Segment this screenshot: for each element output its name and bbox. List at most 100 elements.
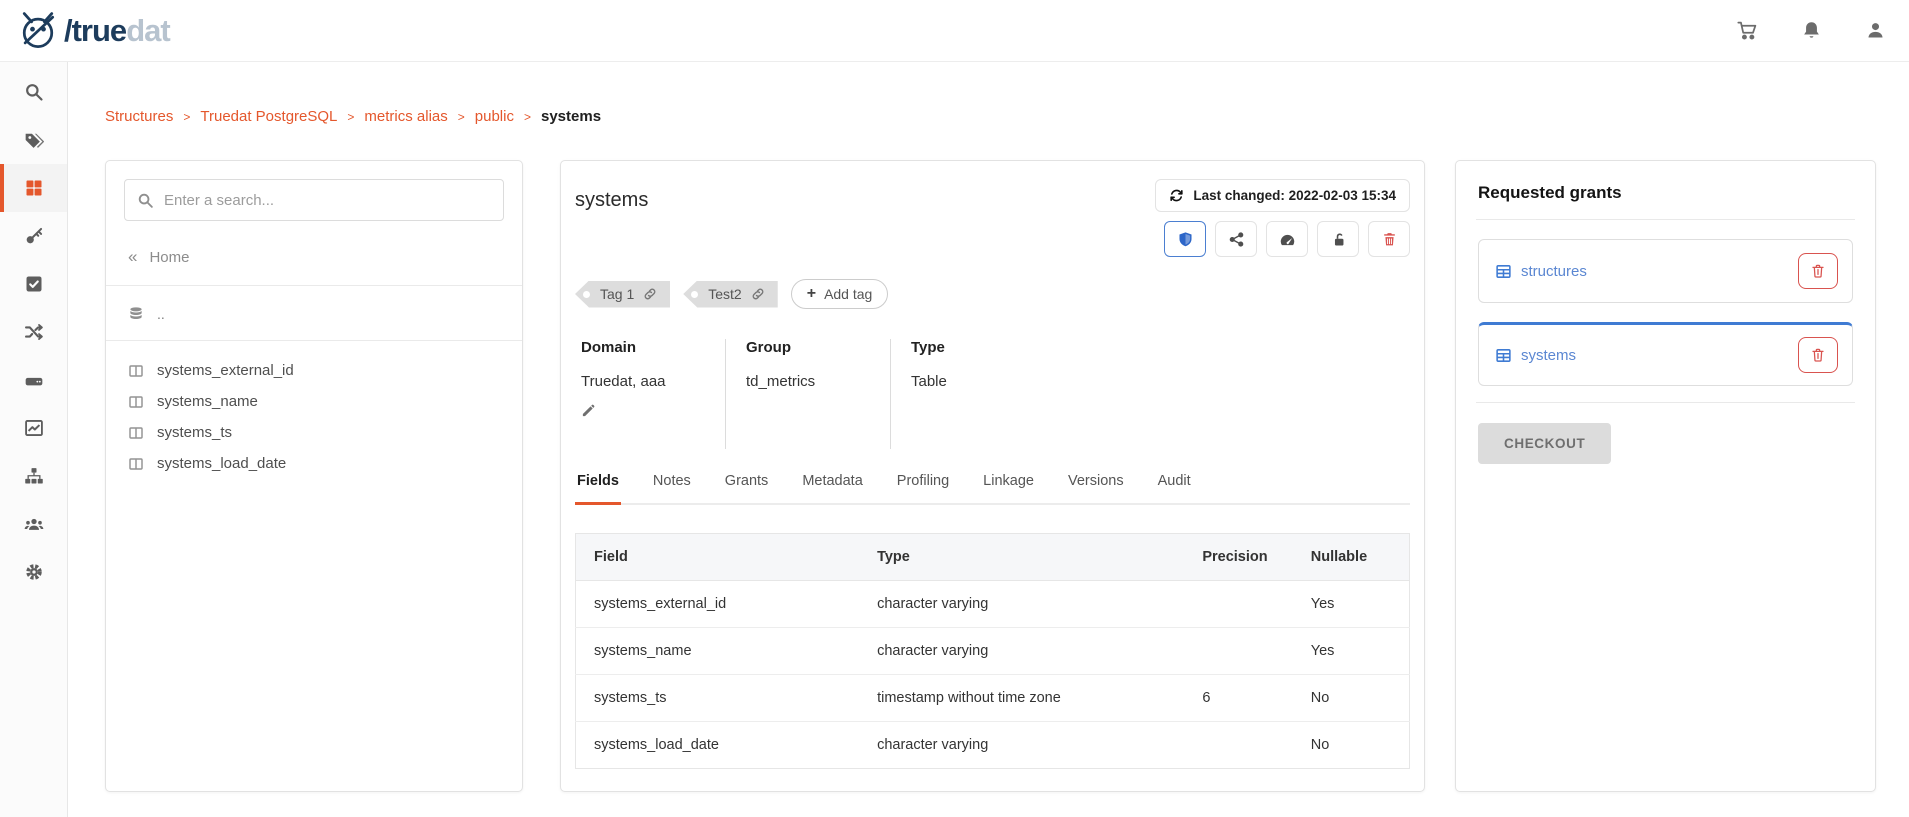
field-list-item[interactable]: systems_external_id xyxy=(106,355,522,386)
field-type: character varying xyxy=(859,581,1184,628)
field-link[interactable]: systems_load_date xyxy=(576,722,860,769)
columns-icon xyxy=(128,394,144,410)
tab-notes[interactable]: Notes xyxy=(651,473,693,505)
meta-group: Group td_metrics xyxy=(725,339,890,449)
field-link[interactable]: systems_name xyxy=(576,628,860,675)
remove-grant-button[interactable] xyxy=(1798,337,1838,373)
column-header-field: Field xyxy=(576,534,860,581)
sidebar-item-permissions[interactable] xyxy=(0,212,67,260)
icon-sidebar xyxy=(0,62,68,817)
link-icon[interactable] xyxy=(643,287,657,301)
sidebar-item-sources[interactable] xyxy=(0,356,67,404)
delete-structure-button[interactable] xyxy=(1368,221,1410,257)
field-type: timestamp without time zone xyxy=(859,675,1184,722)
field-list-item[interactable]: systems_name xyxy=(106,386,522,417)
sidebar-item-lineage[interactable] xyxy=(0,308,67,356)
structure-detail-panel: systems Last changed: 2022-02-03 15:34 xyxy=(560,160,1425,792)
grid-icon xyxy=(24,178,44,198)
grant-structure-link[interactable]: structures xyxy=(1495,263,1587,280)
table-header-row: Field Type Precision Nullable xyxy=(576,534,1410,581)
field-link[interactable]: systems_ts xyxy=(576,675,860,722)
profile-gauge-button[interactable] xyxy=(1266,221,1308,257)
add-tag-button[interactable]: + Add tag xyxy=(791,279,889,309)
tab-linkage[interactable]: Linkage xyxy=(981,473,1036,505)
sidebar-item-quality[interactable] xyxy=(0,260,67,308)
truedat-logo[interactable]: /truedat xyxy=(16,9,170,53)
refresh-button[interactable]: Last changed: 2022-02-03 15:34 xyxy=(1155,179,1410,212)
field-nullable: Yes xyxy=(1293,628,1410,675)
tab-profiling[interactable]: Profiling xyxy=(895,473,951,505)
structure-actions xyxy=(1164,221,1410,257)
plus-icon: + xyxy=(807,285,816,303)
meta-type: Type Table xyxy=(890,339,1110,449)
sidebar-item-users[interactable] xyxy=(0,500,67,548)
sidebar-item-structures[interactable] xyxy=(0,164,67,212)
pencil-icon xyxy=(581,403,596,418)
tag-label: Test2 xyxy=(708,286,741,302)
tab-metadata[interactable]: Metadata xyxy=(800,473,864,505)
trash-icon xyxy=(1810,263,1826,279)
remove-grant-button[interactable] xyxy=(1798,253,1838,289)
chart-line-icon xyxy=(24,418,44,438)
search-input[interactable] xyxy=(164,192,491,209)
tag-chip[interactable]: Tag 1 xyxy=(575,281,670,308)
edit-domain-button[interactable] xyxy=(581,403,705,423)
bell-icon[interactable] xyxy=(1799,19,1823,43)
breadcrumb-link[interactable]: public xyxy=(475,108,514,125)
share-button[interactable] xyxy=(1215,221,1257,257)
owl-icon xyxy=(16,9,60,53)
tab-versions[interactable]: Versions xyxy=(1066,473,1126,505)
field-precision: 6 xyxy=(1184,675,1292,722)
divider xyxy=(106,285,522,286)
breadcrumb-link[interactable]: metrics alias xyxy=(364,108,447,125)
columns-icon xyxy=(128,363,144,379)
grant-item-selected: systems xyxy=(1478,322,1853,386)
add-tag-label: Add tag xyxy=(824,286,872,302)
columns-icon xyxy=(128,456,144,472)
chevron-double-left-icon: « xyxy=(128,247,135,267)
sidebar-item-settings[interactable] xyxy=(0,548,67,596)
table-row: systems_external_id character varying Ye… xyxy=(576,581,1410,628)
link-icon[interactable] xyxy=(751,287,765,301)
grant-item: structures xyxy=(1478,239,1853,303)
database-icon xyxy=(128,306,144,322)
breadcrumb-link[interactable]: Structures xyxy=(105,108,173,125)
grant-structure-link[interactable]: systems xyxy=(1495,347,1576,364)
sidebar-item-tags[interactable] xyxy=(0,116,67,164)
structure-browser-panel: « Home .. systems_external_id systems_na… xyxy=(105,160,523,792)
domain-value: Truedat, aaa xyxy=(581,373,705,390)
user-icon[interactable] xyxy=(1863,19,1887,43)
unlock-button[interactable] xyxy=(1317,221,1359,257)
cart-icon[interactable] xyxy=(1735,19,1759,43)
field-item-label: systems_external_id xyxy=(157,362,294,379)
breadcrumb-link[interactable]: Truedat PostgreSQL xyxy=(200,108,337,125)
field-list-item[interactable]: systems_load_date xyxy=(106,448,522,479)
share-icon xyxy=(1228,231,1245,248)
divider xyxy=(1476,402,1855,403)
tag-chip[interactable]: Test2 xyxy=(683,281,777,308)
checkout-button[interactable]: CHECKOUT xyxy=(1478,423,1611,464)
breadcrumb-separator: > xyxy=(183,110,190,124)
browser-home-link[interactable]: « Home xyxy=(128,247,500,267)
column-header-type: Type xyxy=(859,534,1184,581)
table-icon xyxy=(1495,347,1512,364)
tab-fields[interactable]: Fields xyxy=(575,473,621,505)
tab-grants[interactable]: Grants xyxy=(723,473,771,505)
field-type: character varying xyxy=(859,628,1184,675)
sidebar-item-dashboards[interactable] xyxy=(0,404,67,452)
sidebar-item-taxonomy[interactable] xyxy=(0,452,67,500)
table-row: systems_load_date character varying No xyxy=(576,722,1410,769)
table-row: systems_name character varying Yes xyxy=(576,628,1410,675)
table-row: systems_ts timestamp without time zone 6… xyxy=(576,675,1410,722)
protect-button[interactable] xyxy=(1164,221,1206,257)
field-list-item[interactable]: systems_ts xyxy=(106,417,522,448)
structure-search[interactable] xyxy=(124,179,504,221)
divider xyxy=(1476,219,1855,220)
breadcrumb-separator: > xyxy=(458,110,465,124)
sidebar-item-search[interactable] xyxy=(0,68,67,116)
field-type: character varying xyxy=(859,722,1184,769)
field-link[interactable]: systems_external_id xyxy=(576,581,860,628)
tab-audit[interactable]: Audit xyxy=(1156,473,1193,505)
browser-parent-item[interactable]: .. xyxy=(128,306,500,322)
divider xyxy=(106,340,522,341)
